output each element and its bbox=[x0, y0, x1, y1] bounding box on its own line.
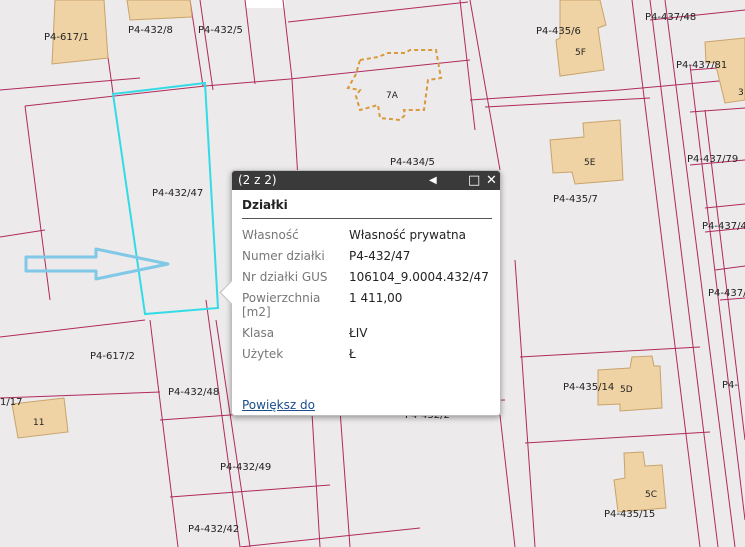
close-button[interactable]: ✕ bbox=[486, 171, 497, 190]
popup-section-title: Działki bbox=[242, 198, 492, 219]
building-5f bbox=[555, 0, 607, 77]
attribute-label: Powierzchnia [m2] bbox=[242, 291, 321, 319]
table-row: Numer działki P4-432/47 bbox=[242, 246, 489, 267]
previous-feature-button[interactable]: ◀ bbox=[429, 171, 437, 190]
attribute-value: Ł bbox=[349, 347, 356, 361]
building-label: 7A bbox=[386, 91, 399, 101]
parcel-label: P4-432/5 bbox=[198, 25, 243, 36]
parcel-label: P4-432/8 bbox=[128, 25, 173, 36]
building-label: 5F bbox=[575, 48, 586, 58]
parcel-label: P4-435/6 bbox=[536, 26, 581, 37]
attribute-label: Klasa bbox=[242, 326, 275, 340]
attribute-label: Użytek bbox=[242, 347, 284, 361]
parcel-label: P4-435/15 bbox=[604, 509, 655, 520]
attribute-label: Numer działki bbox=[242, 249, 325, 263]
attribute-label: Nr działki GUS bbox=[242, 270, 328, 284]
attribute-value: 106104_9.0004.432/47 bbox=[349, 270, 489, 284]
building-label: 3 bbox=[738, 88, 744, 98]
parcel-label: P4-432/48 bbox=[168, 387, 219, 398]
popup-content: Działki Własność Własność prywatna Numer… bbox=[232, 190, 500, 365]
table-row: Klasa ŁIV bbox=[242, 323, 489, 344]
building bbox=[126, 0, 193, 21]
road-strip bbox=[245, 0, 285, 8]
attribute-table: Własność Własność prywatna Numer działki… bbox=[242, 225, 489, 365]
table-row: Użytek Ł bbox=[242, 344, 489, 365]
parcel-label: P4-437/79 bbox=[687, 154, 738, 165]
maximize-button[interactable]: □ bbox=[468, 171, 480, 190]
building-label: 5C bbox=[645, 490, 657, 500]
table-row: Nr działki GUS 106104_9.0004.432/47 bbox=[242, 267, 489, 288]
popup-counter: (2 z 2) bbox=[238, 173, 277, 187]
parcel-label: P4-617/1 bbox=[44, 32, 89, 43]
parcel-label: 1/17 bbox=[0, 397, 22, 408]
zoom-to-link[interactable]: Powiększ do bbox=[242, 398, 315, 412]
parcel-label: P4-437/42 bbox=[702, 221, 745, 232]
building-label: 5D bbox=[620, 385, 633, 395]
building-label: 5E bbox=[584, 158, 596, 168]
parcel-label: P4-437/ bbox=[708, 288, 745, 299]
attribute-label: Własność bbox=[242, 228, 299, 242]
popup-titlebar: (2 z 2) ◀ □ ✕ bbox=[232, 171, 500, 190]
parcel-label: P4-437/81 bbox=[676, 60, 727, 71]
info-popup: (2 z 2) ◀ □ ✕ Działki Własność Własność … bbox=[219, 170, 501, 416]
attribute-value: Własność prywatna bbox=[349, 228, 466, 242]
attribute-value: P4-432/47 bbox=[349, 249, 411, 263]
parcel-label: P4- bbox=[722, 380, 738, 391]
attribute-value: ŁIV bbox=[349, 326, 368, 340]
table-row: Powierzchnia [m2] 1 411,00 bbox=[242, 288, 489, 323]
parcel-label: P4-435/7 bbox=[553, 194, 598, 205]
parcel-label: P4-432/49 bbox=[220, 462, 271, 473]
table-row: Własność Własność prywatna bbox=[242, 225, 489, 246]
attribute-value: 1 411,00 bbox=[349, 291, 403, 305]
parcel-label: P4-617/2 bbox=[90, 351, 135, 362]
parcel-label: P4-435/14 bbox=[563, 382, 614, 393]
building-label: 11 bbox=[33, 418, 44, 428]
parcel-label: P4-432/42 bbox=[188, 524, 239, 535]
parcel-label: P4-434/5 bbox=[390, 157, 435, 168]
parcel-label-selected: P4-432/47 bbox=[152, 188, 203, 199]
parcel-label: P4-437/48 bbox=[645, 12, 696, 23]
